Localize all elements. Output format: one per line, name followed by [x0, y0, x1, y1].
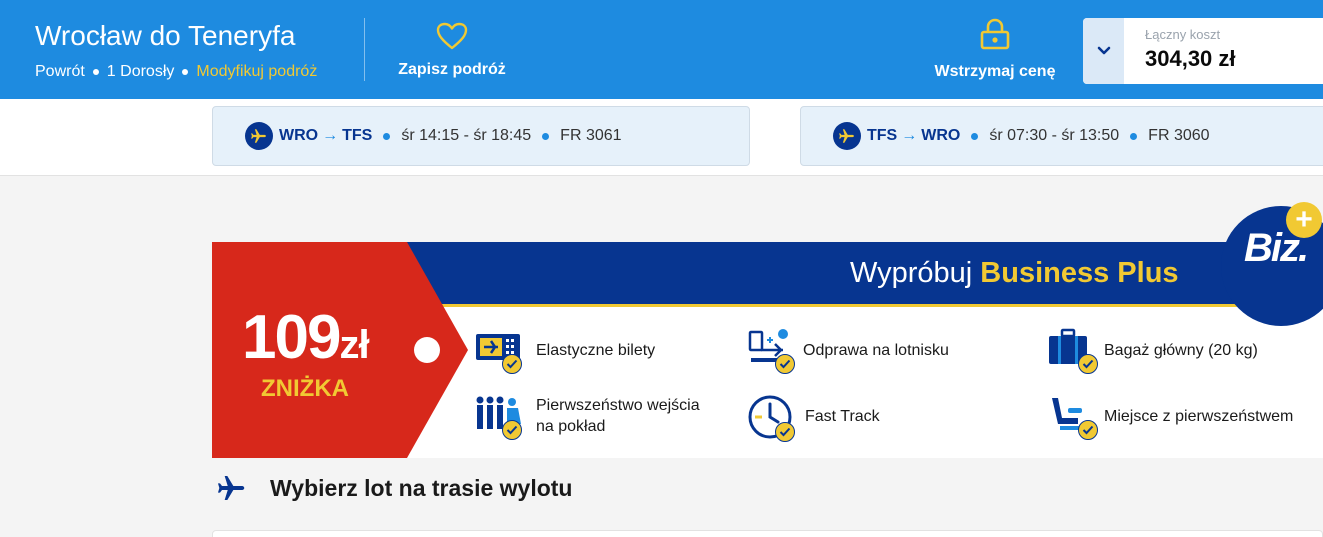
check-icon — [1078, 420, 1098, 440]
outbound-flight-card[interactable]: WRO → TFS śr 14:15 - śr 18:45 FR 3061 — [212, 106, 750, 166]
discount-label: ZNIŻKA — [261, 375, 349, 402]
return-flight-card[interactable]: TFS → WRO śr 07:30 - śr 13:50 FR 3060 — [800, 106, 1323, 166]
plane-icon — [833, 122, 861, 150]
arrow-right-icon: → — [901, 127, 918, 144]
check-icon — [1078, 354, 1098, 374]
passenger-count: 1 Dorosły — [106, 63, 175, 80]
feature-label: Pierwszeństwo wejścia na pokład — [536, 395, 700, 437]
total-price-value: 304,30 zł — [1145, 46, 1236, 71]
check-icon — [775, 354, 795, 374]
price-breakdown-toggle[interactable] — [1083, 18, 1124, 84]
feature-label-line2: na pokład — [536, 418, 606, 435]
separator-dot — [383, 132, 391, 140]
banner-title-highlight: Business Plus — [980, 257, 1179, 289]
banner-title-prefix: Wypróbuj — [850, 257, 973, 289]
separator-dot — [92, 69, 99, 75]
section-title: Wybierz lot na trasie wylotu — [270, 474, 573, 501]
business-plus-banner[interactable]: Wypróbuj Business Plus 109zł ZNIŻKA Elas… — [212, 242, 1323, 458]
origin-code: WRO — [279, 127, 319, 144]
feature-airport-checkin: Odprawa na lotnisku — [747, 328, 949, 374]
route-meta: Powrót 1 Dorosły Modyfikuj podróż — [35, 63, 317, 81]
check-icon — [775, 422, 795, 442]
destination-code: WRO — [921, 127, 961, 144]
top-header: Wrocław do Teneryfa Powrót 1 Dorosły Mod… — [0, 0, 1323, 99]
flexible-ticket-icon — [474, 328, 524, 374]
feature-label: Miejsce z pierwszeństwem — [1104, 407, 1294, 425]
flight-time: śr 07:30 - śr 13:50 — [989, 127, 1120, 144]
separator-dot — [1130, 132, 1138, 140]
lock-icon — [980, 18, 1010, 50]
feature-priority-boarding: Pierwszeństwo wejścia na pokład — [474, 394, 700, 440]
flight-summary-strip: WRO → TFS śr 14:15 - śr 18:45 FR 3061 TF… — [0, 99, 1323, 176]
separator-dot — [971, 132, 979, 140]
heart-icon — [436, 22, 468, 50]
arrow-right-icon: → — [322, 127, 339, 144]
save-trip-label: Zapisz podróż — [398, 61, 506, 78]
trip-type: Powrót — [35, 63, 85, 80]
route-title: Wrocław do Teneryfa — [35, 20, 296, 51]
priority-seat-icon — [1046, 394, 1098, 440]
total-price-caption: Łączny koszt — [1145, 27, 1221, 42]
discount-amount: 109zł — [242, 302, 370, 373]
flight-time: śr 14:15 - śr 18:45 — [401, 127, 532, 144]
flight-number: FR 3061 — [560, 127, 622, 144]
origin-code: TFS — [867, 127, 898, 144]
flight-option-card[interactable] — [212, 530, 1323, 537]
save-trip-button[interactable]: Zapisz podróż — [396, 22, 508, 79]
feature-label: Odprawa na lotnisku — [803, 341, 949, 359]
modify-trip-link[interactable]: Modyfikuj podróż — [196, 63, 317, 81]
discount-number: 109 — [242, 303, 341, 372]
plus-icon: + — [1286, 202, 1322, 238]
feature-label: Bagaż główny (20 kg) — [1104, 341, 1258, 359]
check-icon — [502, 420, 522, 440]
check-icon — [502, 354, 522, 374]
airport-checkin-icon — [747, 328, 795, 374]
banner-title: Wypróbuj Business Plus — [850, 257, 1179, 290]
header-divider — [364, 18, 365, 81]
feature-fast-track: Fast Track — [747, 394, 880, 442]
feature-label-line1: Pierwszeństwo wejścia — [536, 397, 700, 414]
separator-dot — [542, 132, 550, 140]
hold-price-label: Wstrzymaj cenę — [934, 63, 1056, 80]
feature-label: Fast Track — [805, 407, 880, 425]
feature-flexible-tickets: Elastyczne bilety — [474, 328, 656, 374]
separator-dot — [182, 69, 189, 75]
fast-track-icon — [747, 394, 795, 442]
destination-code: TFS — [342, 127, 373, 144]
feature-checked-bag: Bagaż główny (20 kg) — [1046, 328, 1258, 374]
plane-icon — [218, 476, 245, 500]
feature-priority-seat: Miejsce z pierwszeństwem — [1046, 394, 1294, 440]
total-price-box: Łączny koszt 304,30 zł — [1083, 18, 1323, 84]
feature-label: Elastyczne bilety — [536, 341, 656, 359]
flight-number: FR 3060 — [1148, 127, 1210, 144]
checked-bag-icon — [1046, 328, 1098, 374]
plane-icon — [245, 122, 273, 150]
section-heading: Wybierz lot na trasie wylotu — [216, 472, 572, 504]
priority-boarding-icon — [474, 394, 524, 440]
chevron-down-icon — [1097, 46, 1110, 55]
hold-price-button[interactable]: Wstrzymaj cenę — [930, 18, 1060, 81]
discount-currency: zł — [339, 323, 369, 367]
